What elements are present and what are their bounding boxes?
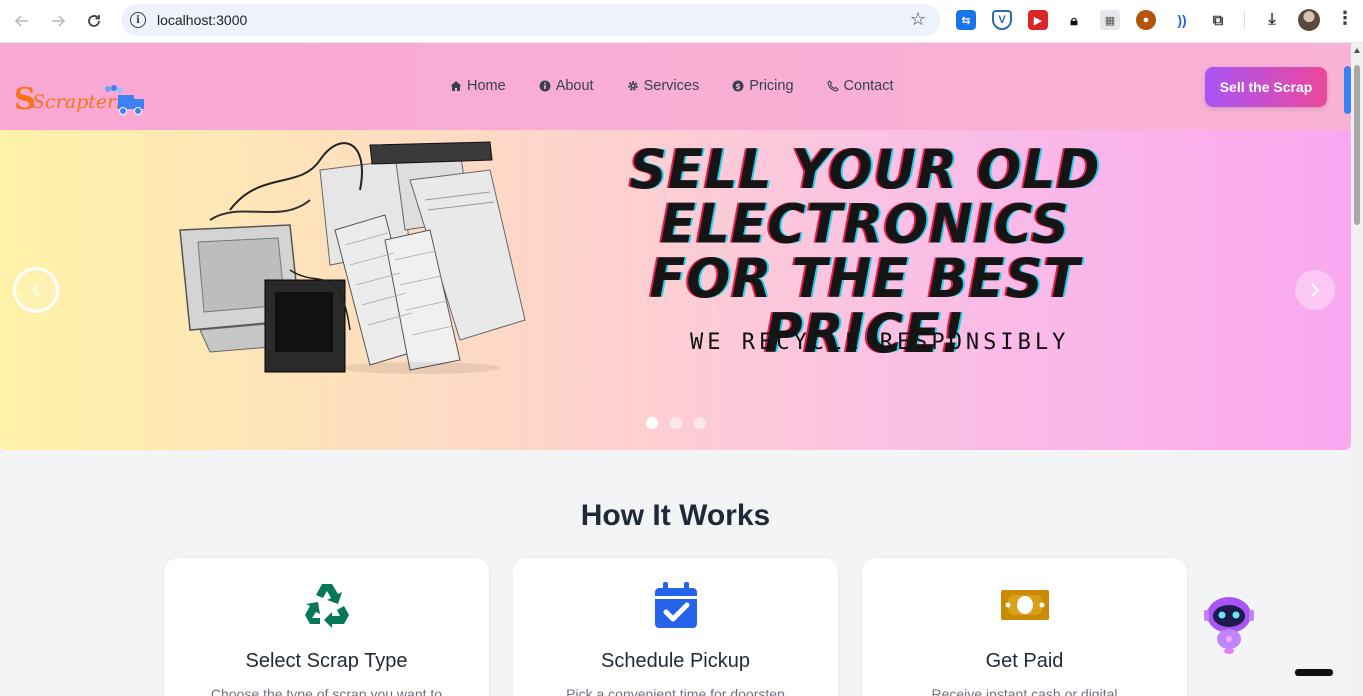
made-with-badge[interactable] [1295, 669, 1333, 676]
shield-extension-icon[interactable]: V [992, 10, 1012, 30]
nav-about-label: About [555, 78, 594, 94]
nav-pricing-label: Pricing [749, 78, 794, 94]
nav-home-label: Home [467, 78, 506, 94]
scroll-position-marker [1344, 66, 1351, 114]
carousel-dot-3[interactable] [694, 417, 706, 429]
hero-headline: SELL YOUR OLD ELECTRONICS FOR THE BEST P… [629, 138, 1101, 366]
electronics-pile-image [179, 141, 526, 374]
page-scrollbar[interactable] [1351, 43, 1363, 696]
browser-toolbar: i localhost:3000 ☆ ⇆ V ▶ 🔒︎ ▦ ● )) ⧉ ⤓ ⋮ [0, 0, 1363, 43]
download-icon[interactable]: ⤓ [1262, 10, 1282, 30]
nav-contact-label: Contact [843, 78, 894, 94]
lock-extension-icon[interactable]: 🔒︎ [1064, 10, 1084, 30]
carousel-indicators [646, 417, 706, 429]
chevron-right-icon [1311, 283, 1320, 297]
cookie-extension-icon[interactable]: ● [1136, 10, 1156, 30]
bookmark-star-icon[interactable]: ☆ [910, 9, 926, 30]
menu-icon[interactable]: ⋮ [1336, 8, 1354, 29]
back-icon[interactable] [9, 8, 35, 34]
carousel-dot-1[interactable] [646, 417, 658, 429]
nav-contact[interactable]: Contact [826, 78, 894, 94]
phone-icon [826, 80, 839, 92]
chevron-left-icon [31, 283, 40, 297]
step-card-schedule-pickup: Schedule Pickup Pick a convenient time f… [513, 558, 838, 696]
step-card-get-paid: Get Paid Receive instant cash or digital [862, 558, 1187, 696]
site-info-icon[interactable]: i [130, 12, 146, 28]
nav-services[interactable]: Services [627, 78, 700, 94]
toolbar-divider [1244, 11, 1245, 29]
step-description: Pick a convenient time for doorstep [566, 686, 785, 696]
recycle-icon [305, 584, 349, 628]
carousel-prev-button[interactable] [13, 267, 59, 313]
hero-carousel: SELL YOUR OLD ELECTRONICS FOR THE BEST P… [0, 130, 1351, 450]
step-description: Choose the type of scrap you want to [210, 686, 443, 696]
dollar-icon: $ [732, 80, 744, 92]
nav-services-label: Services [643, 78, 700, 94]
scroll-up-arrow-icon[interactable] [1354, 48, 1360, 53]
extension-icon-1[interactable]: ⇆ [956, 10, 976, 30]
sell-scrap-button[interactable]: Sell the Scrap [1205, 67, 1327, 107]
how-it-works-heading: How It Works [580, 499, 771, 532]
main-nav: Home About Services $ Pricing Contact [450, 78, 894, 94]
carousel-dot-2[interactable] [670, 417, 682, 429]
step-title: Schedule Pickup [601, 650, 750, 672]
carousel-next-button[interactable] [1295, 270, 1335, 310]
step-title: Select Scrap Type [245, 650, 408, 672]
reload-icon[interactable] [81, 8, 107, 34]
nav-pricing[interactable]: $ Pricing [732, 78, 794, 94]
logo-text: Scrapters [32, 91, 126, 113]
address-bar[interactable]: i localhost:3000 ☆ [121, 4, 940, 36]
svg-text:$: $ [735, 82, 741, 91]
step-title: Get Paid [985, 650, 1064, 672]
step-card-select-scrap: Select Scrap Type Choose the type of scr… [164, 558, 489, 696]
site-header: S Scrapters Home About Services $ Pricin… [0, 43, 1351, 130]
money-icon [1001, 590, 1049, 620]
info-icon [539, 80, 551, 92]
nav-home[interactable]: Home [450, 78, 506, 94]
gear-icon [627, 81, 638, 91]
scrapters-logo[interactable]: S Scrapters [14, 79, 146, 121]
url-text[interactable]: localhost:3000 [157, 12, 247, 28]
extension-icon-5[interactable]: ▦ [1100, 10, 1120, 30]
page-viewport: S Scrapters Home About Services $ Pricin… [0, 43, 1351, 696]
forward-icon[interactable] [45, 8, 71, 34]
nav-about[interactable]: About [539, 78, 594, 94]
calendar-check-icon [655, 582, 697, 628]
steps-list: Select Scrap Type Choose the type of scr… [164, 558, 1187, 696]
hero-tagline: WE RECYCLE RESPONSIBLY [690, 330, 1070, 355]
extensions-icon[interactable]: ⧉ [1208, 10, 1228, 30]
extension-icon-3[interactable]: ▶ [1028, 10, 1048, 30]
home-icon [450, 81, 462, 91]
scrollbar-thumb[interactable] [1354, 65, 1360, 225]
wave-extension-icon[interactable]: )) [1172, 10, 1192, 30]
chatbot-robot-icon[interactable] [1200, 593, 1258, 655]
step-description: Receive instant cash or digital [931, 686, 1118, 696]
profile-avatar[interactable] [1298, 9, 1320, 31]
